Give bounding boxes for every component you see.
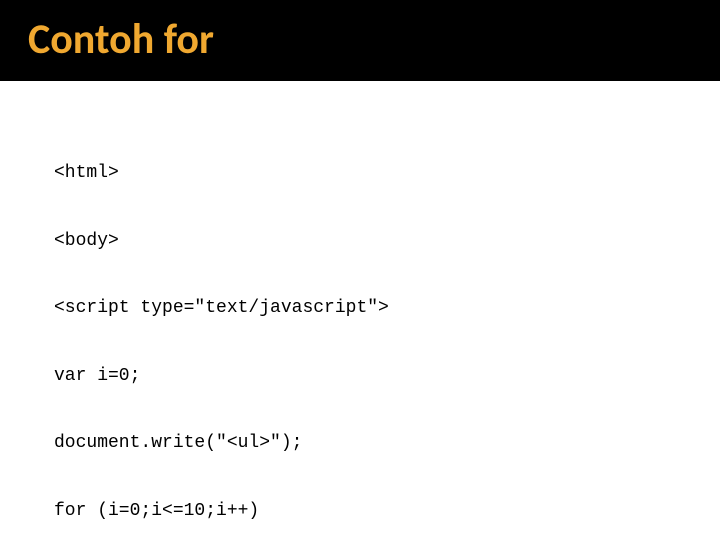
slide: Contoh for <html> <body> <script type="t… xyxy=(0,0,720,540)
code-line: <body> xyxy=(54,230,720,253)
code-line: <script type="text/javascript"> xyxy=(54,297,720,320)
code-line: var i=0; xyxy=(54,365,720,388)
code-block: <html> <body> <script type="text/javascr… xyxy=(54,117,720,540)
slide-content: <html> <body> <script type="text/javascr… xyxy=(0,81,720,540)
slide-header: Contoh for xyxy=(0,0,720,79)
slide-title: Contoh for xyxy=(28,14,720,65)
code-line: <html> xyxy=(54,162,720,185)
code-line: document.write("<ul>"); xyxy=(54,432,720,455)
code-line: for (i=0;i<=10;i++) xyxy=(54,500,720,523)
